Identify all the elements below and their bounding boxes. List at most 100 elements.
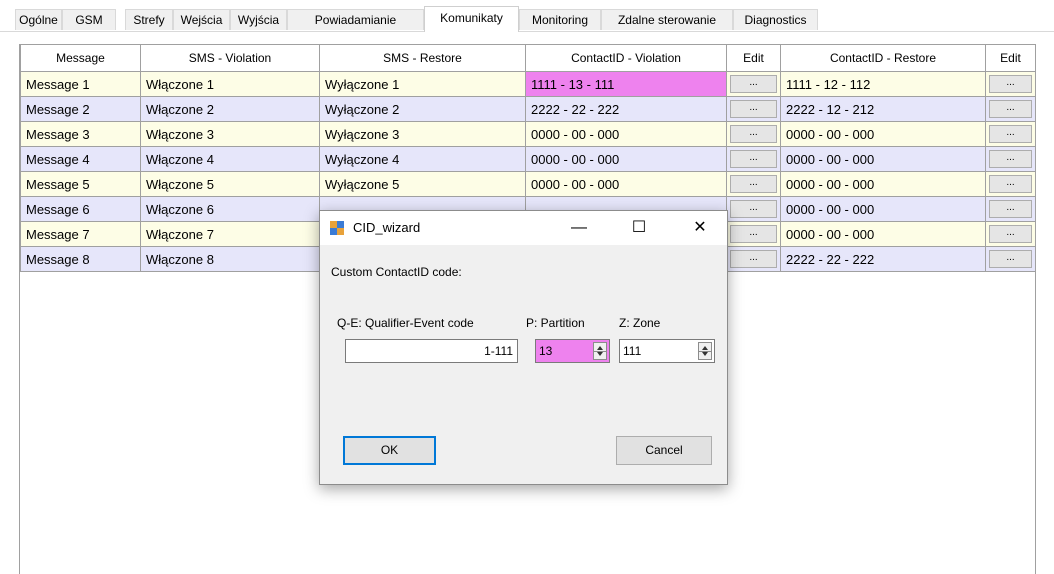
table-header-row: Message SMS - Violation SMS - Restore Co… [20,44,1036,72]
edit-restore-button[interactable]: ... [989,200,1032,218]
spin-up-icon [702,346,708,350]
cell-sms-violation[interactable]: Włączone 6 [140,196,320,222]
cell-cid-violation[interactable]: 2222 - 22 - 222 [525,96,727,122]
spin-down-icon [597,352,603,356]
table-row[interactable]: Message 3 Włączone 3 Wyłączone 3 0000 - … [20,121,1036,147]
cell-sms-violation[interactable]: Włączone 8 [140,246,320,272]
cell-cid-violation-selected[interactable]: 1111 - 13 - 111 [525,71,727,97]
zone-stepper[interactable]: 111 [619,339,715,363]
cell-sms-violation[interactable]: Włączone 2 [140,96,320,122]
cell-cid-restore[interactable]: 0000 - 00 - 000 [780,146,986,172]
edit-violation-button[interactable]: ... [730,200,777,218]
tab-bar: Ogólne GSM Strefy Wejścia Wyjścia Powiad… [0,0,1054,32]
col-header-cid-restore[interactable]: ContactID - Restore [780,44,986,72]
edit-restore-button[interactable]: ... [989,125,1032,143]
qe-label: Q-E: Qualifier-Event code [337,316,474,330]
cell-cid-restore[interactable]: 0000 - 00 - 000 [780,171,986,197]
cell-cid-restore[interactable]: 0000 - 00 - 000 [780,221,986,247]
cell-sms-restore[interactable]: Wyłączone 3 [319,121,526,147]
tab-gsm[interactable]: GSM [62,9,116,30]
maximize-icon[interactable]: ☐ [617,211,661,245]
custom-contactid-label: Custom ContactID code: [331,265,462,279]
tab-powiadamianie[interactable]: Powiadamianie [287,9,424,30]
edit-violation-button[interactable]: ... [730,225,777,243]
ok-button[interactable]: OK [343,436,436,465]
col-header-sms-restore[interactable]: SMS - Restore [319,44,526,72]
col-header-message[interactable]: Message [20,44,141,72]
edit-violation-button[interactable]: ... [730,125,777,143]
col-header-cid-violation[interactable]: ContactID - Violation [525,44,727,72]
cell-cid-violation[interactable]: 0000 - 00 - 000 [525,171,727,197]
cell-sms-violation[interactable]: Włączone 5 [140,171,320,197]
table-row[interactable]: Message 5 Włączone 5 Wyłączone 5 0000 - … [20,171,1036,197]
cell-message[interactable]: Message 5 [20,171,141,197]
tab-wyjscia[interactable]: Wyjścia [230,9,287,30]
edit-violation-button[interactable]: ... [730,250,777,268]
cell-edit-violation: ... [726,196,781,222]
tab-zdalne-sterowanie[interactable]: Zdalne sterowanie [601,9,733,30]
cell-cid-restore[interactable]: 2222 - 22 - 222 [780,246,986,272]
tab-diagnostics[interactable]: Diagnostics [733,9,818,30]
edit-violation-button[interactable]: ... [730,175,777,193]
cell-edit-restore: ... [985,96,1036,122]
spin-up-icon [597,346,603,350]
cell-cid-restore[interactable]: 0000 - 00 - 000 [780,196,986,222]
cell-sms-violation[interactable]: Włączone 1 [140,71,320,97]
zone-spin-buttons[interactable] [698,342,712,360]
cell-edit-restore: ... [985,246,1036,272]
table-row[interactable]: Message 2 Włączone 2 Wyłączone 2 2222 - … [20,96,1036,122]
close-icon[interactable]: ✕ [678,211,722,245]
cell-cid-restore[interactable]: 0000 - 00 - 000 [780,121,986,147]
partition-stepper[interactable]: 13 [535,339,610,363]
cell-edit-restore: ... [985,171,1036,197]
cell-message[interactable]: Message 8 [20,246,141,272]
tab-komunikaty[interactable]: Komunikaty [424,6,519,32]
edit-violation-button[interactable]: ... [730,75,777,93]
col-header-sms-violation[interactable]: SMS - Violation [140,44,320,72]
cancel-button[interactable]: Cancel [616,436,712,465]
edit-violation-button[interactable]: ... [730,100,777,118]
edit-violation-button[interactable]: ... [730,150,777,168]
tab-wejscia[interactable]: Wejścia [173,9,230,30]
cell-edit-violation: ... [726,121,781,147]
cell-sms-restore[interactable]: Wyłączone 5 [319,171,526,197]
cell-sms-violation[interactable]: Włączone 3 [140,121,320,147]
cell-cid-restore[interactable]: 2222 - 12 - 212 [780,96,986,122]
edit-restore-button[interactable]: ... [989,100,1032,118]
table-row[interactable]: Message 1 Włączone 1 Wyłączone 1 1111 - … [20,71,1036,97]
edit-restore-button[interactable]: ... [989,250,1032,268]
tab-ogolne[interactable]: Ogólne [15,9,62,30]
col-header-edit-violation[interactable]: Edit [726,44,781,72]
cell-message[interactable]: Message 6 [20,196,141,222]
cell-message[interactable]: Message 4 [20,146,141,172]
tab-divider [0,31,1054,32]
cell-cid-restore[interactable]: 1111 - 12 - 112 [780,71,986,97]
cell-sms-restore[interactable]: Wyłączone 2 [319,96,526,122]
cell-edit-restore: ... [985,71,1036,97]
cell-cid-violation[interactable]: 0000 - 00 - 000 [525,121,727,147]
cell-edit-restore: ... [985,146,1036,172]
partition-spin-buttons[interactable] [593,342,607,360]
partition-value: 13 [539,344,553,358]
cell-sms-violation[interactable]: Włączone 4 [140,146,320,172]
cell-sms-restore[interactable]: Wyłączone 1 [319,71,526,97]
edit-restore-button[interactable]: ... [989,175,1032,193]
tab-strefy[interactable]: Strefy [125,9,173,30]
cell-message[interactable]: Message 7 [20,221,141,247]
cell-sms-violation[interactable]: Włączone 7 [140,221,320,247]
edit-restore-button[interactable]: ... [989,75,1032,93]
col-header-edit-restore[interactable]: Edit [985,44,1036,72]
dialog-titlebar[interactable]: CID_wizard — ☐ ✕ [320,211,727,245]
cell-sms-restore[interactable]: Wyłączone 4 [319,146,526,172]
cell-message[interactable]: Message 3 [20,121,141,147]
cell-edit-violation: ... [726,96,781,122]
table-row[interactable]: Message 4 Włączone 4 Wyłączone 4 0000 - … [20,146,1036,172]
minimize-icon[interactable]: — [557,211,601,245]
edit-restore-button[interactable]: ... [989,225,1032,243]
tab-monitoring[interactable]: Monitoring [519,9,601,30]
cell-message[interactable]: Message 1 [20,71,141,97]
cell-cid-violation[interactable]: 0000 - 00 - 000 [525,146,727,172]
qe-input[interactable]: 1-111 [345,339,518,363]
cell-message[interactable]: Message 2 [20,96,141,122]
edit-restore-button[interactable]: ... [989,150,1032,168]
